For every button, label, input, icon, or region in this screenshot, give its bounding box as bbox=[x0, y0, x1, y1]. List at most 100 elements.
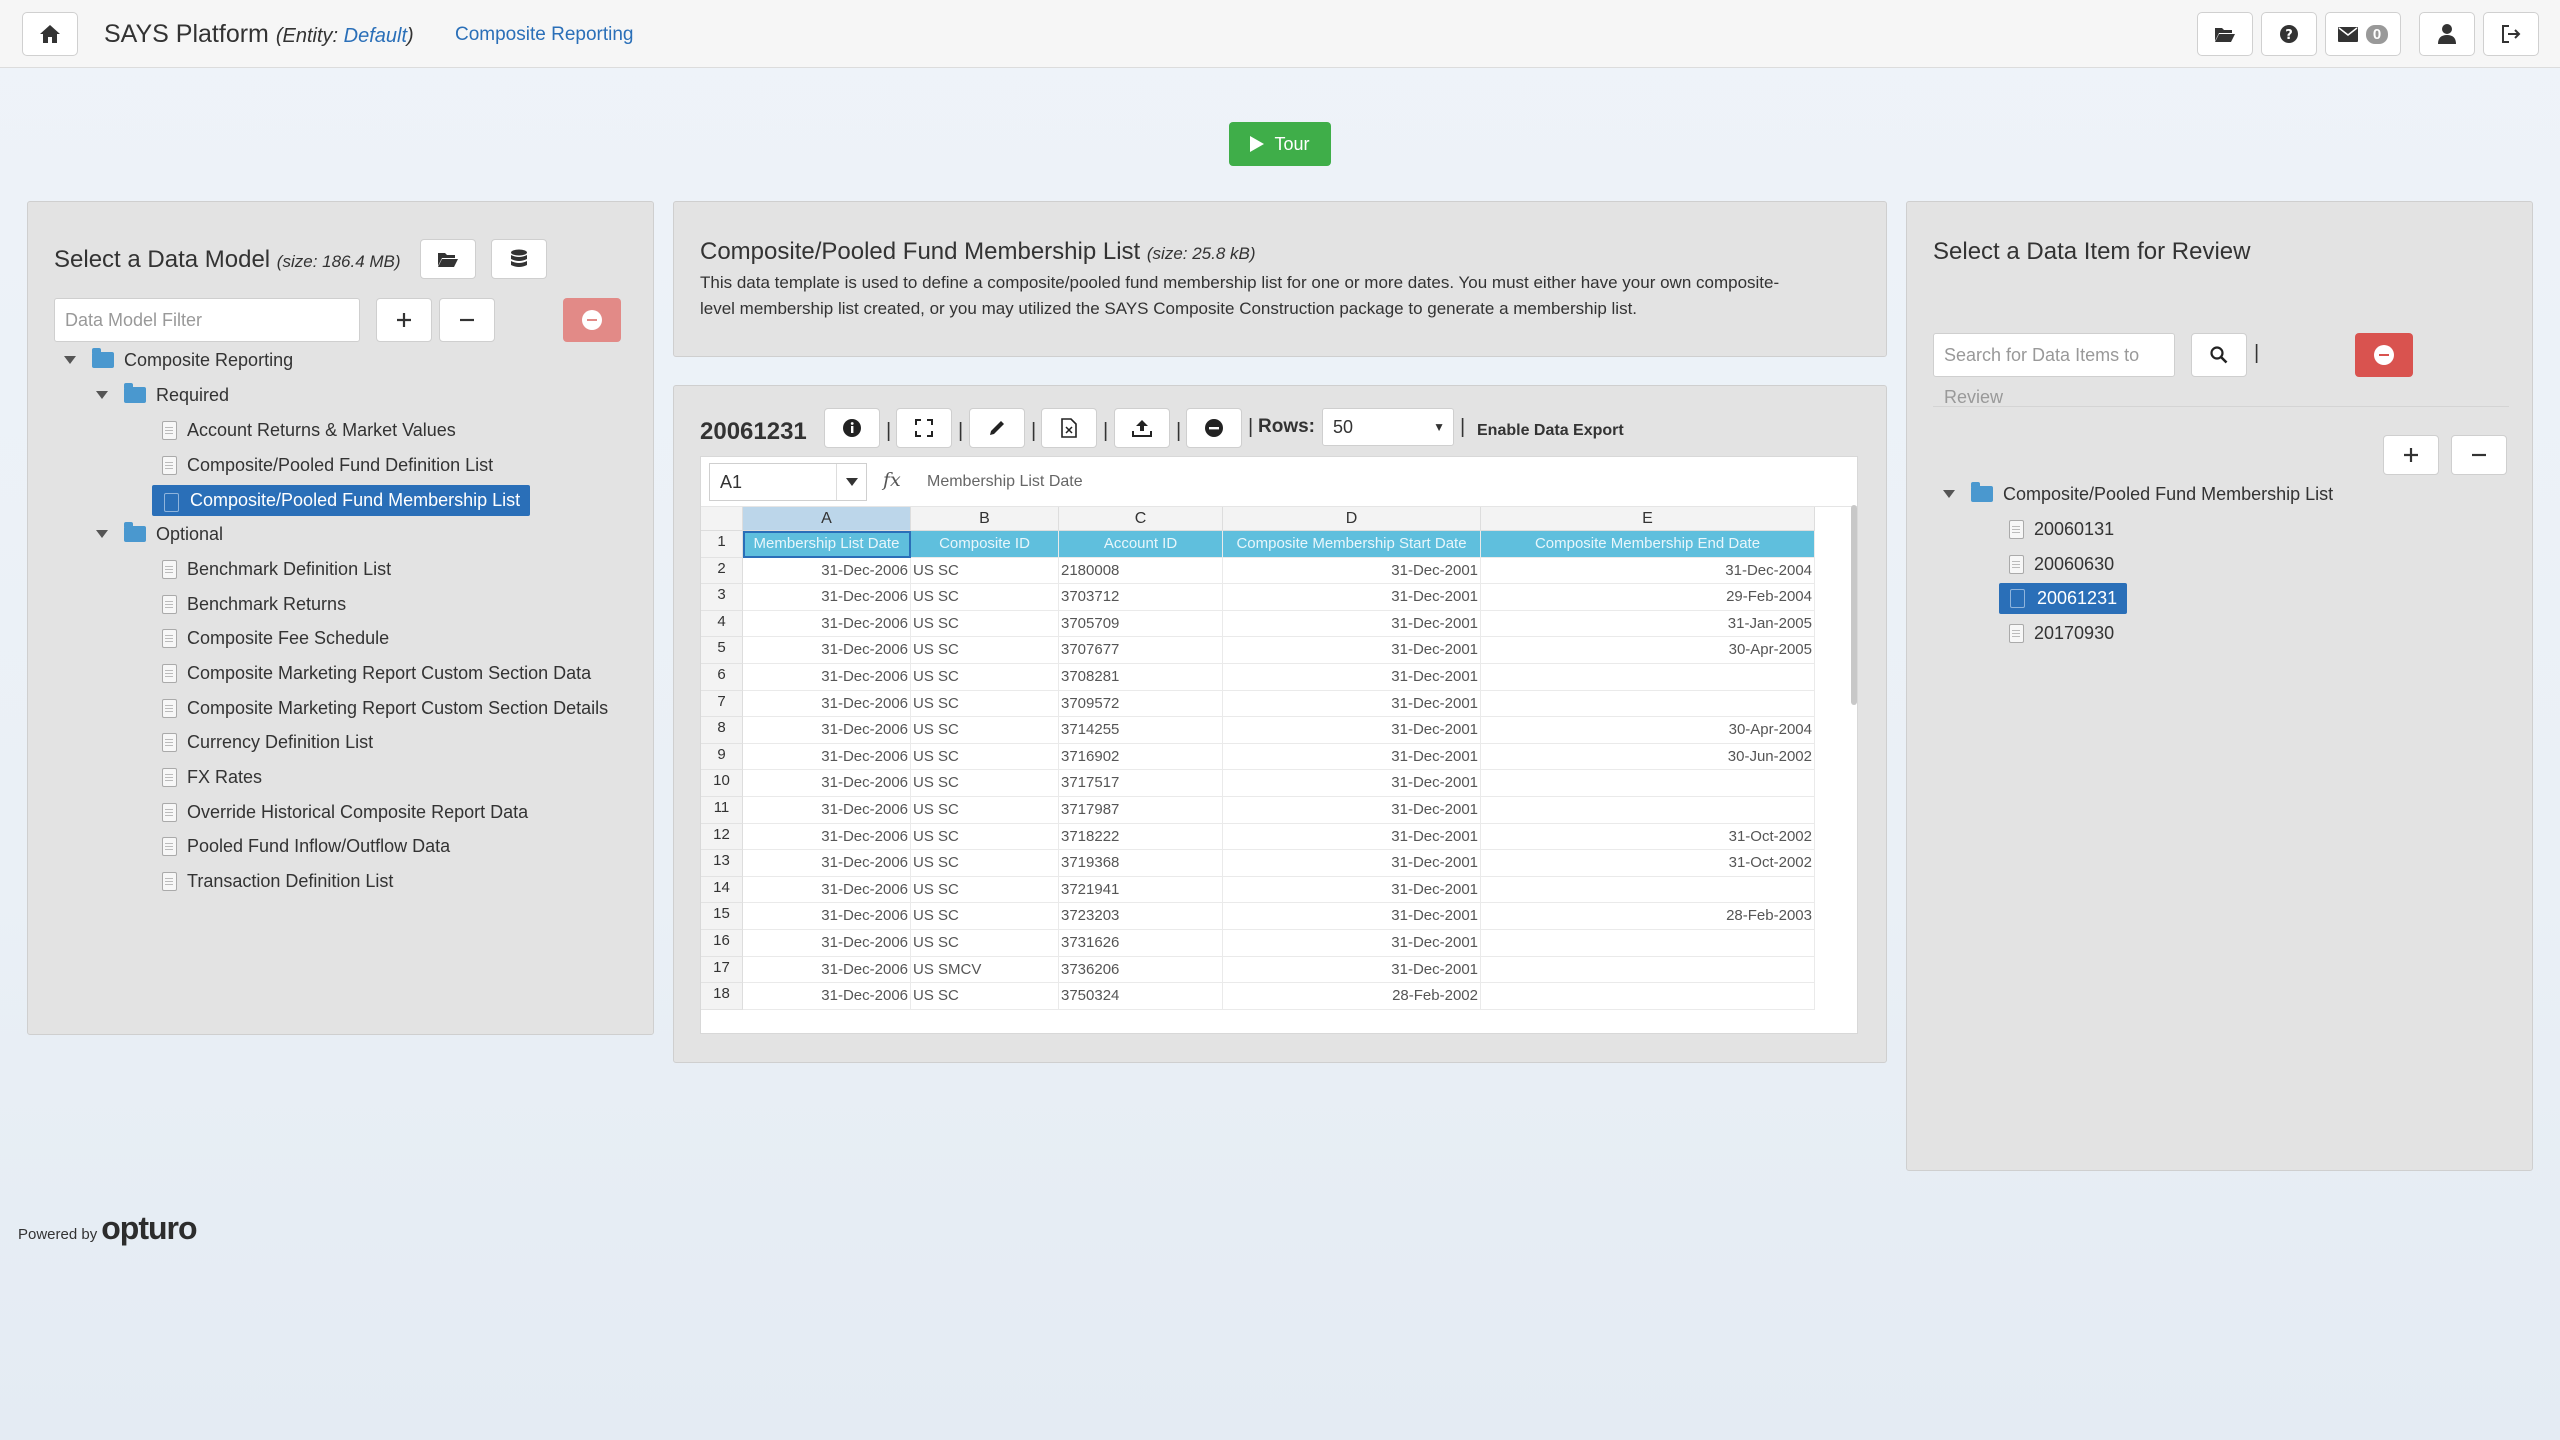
tree-item-fund-membership-list[interactable]: Composite/Pooled Fund Membership List bbox=[152, 484, 531, 516]
column-header[interactable]: E bbox=[1481, 507, 1815, 531]
grid-corner[interactable] bbox=[701, 507, 743, 531]
row-header[interactable]: 12 bbox=[701, 823, 743, 851]
tree-item-optional[interactable]: Benchmark Definition List bbox=[162, 553, 391, 585]
tree-item-optional[interactable]: Composite Fee Schedule bbox=[162, 622, 389, 654]
table-cell[interactable] bbox=[1481, 664, 1815, 691]
table-cell[interactable]: 3714255 bbox=[1059, 717, 1223, 744]
export-file-button[interactable] bbox=[1041, 408, 1097, 448]
tree-item-optional[interactable]: Transaction Definition List bbox=[162, 865, 393, 897]
table-cell[interactable]: 28-Feb-2003 bbox=[1481, 903, 1815, 930]
table-cell[interactable]: 31-Dec-2006 bbox=[743, 956, 911, 984]
column-header[interactable]: C bbox=[1059, 507, 1223, 531]
tree-item-optional[interactable]: FX Rates bbox=[162, 761, 262, 793]
table-cell[interactable]: 31-Dec-2006 bbox=[743, 850, 911, 877]
spreadsheet-grid[interactable]: A1 fx Membership List Date ABCDE12345678… bbox=[700, 456, 1858, 1034]
expand-all-button[interactable] bbox=[376, 298, 432, 342]
table-cell[interactable]: 3736206 bbox=[1059, 956, 1223, 984]
table-cell[interactable]: 31-Dec-2001 bbox=[1223, 956, 1481, 984]
row-header[interactable]: 14 bbox=[701, 876, 743, 904]
row-header[interactable]: 11 bbox=[701, 797, 743, 824]
table-cell[interactable]: 31-Dec-2006 bbox=[743, 557, 911, 585]
table-cell[interactable]: 31-Dec-2006 bbox=[743, 610, 911, 638]
table-cell[interactable]: 30-Apr-2004 bbox=[1481, 717, 1815, 744]
table-cell[interactable]: 31-Dec-2006 bbox=[743, 983, 911, 1010]
row-header[interactable]: 15 bbox=[701, 903, 743, 930]
database-button[interactable] bbox=[491, 239, 547, 279]
table-cell[interactable]: US SC bbox=[911, 664, 1059, 691]
table-cell[interactable]: 3717987 bbox=[1059, 797, 1223, 824]
header-cell[interactable]: Composite Membership Start Date bbox=[1223, 531, 1481, 558]
table-cell[interactable] bbox=[1481, 983, 1815, 1010]
table-cell[interactable]: 3719368 bbox=[1059, 850, 1223, 877]
help-button[interactable]: ? bbox=[2261, 12, 2317, 56]
table-cell[interactable]: 31-Dec-2001 bbox=[1223, 664, 1481, 691]
row-header[interactable]: 5 bbox=[701, 637, 743, 664]
table-cell[interactable] bbox=[1481, 930, 1815, 957]
table-cell[interactable]: 31-Dec-2001 bbox=[1223, 584, 1481, 611]
table-cell[interactable]: 3718222 bbox=[1059, 823, 1223, 851]
row-header[interactable]: 13 bbox=[701, 850, 743, 877]
info-button[interactable] bbox=[824, 408, 880, 448]
table-cell[interactable]: US SC bbox=[911, 930, 1059, 957]
caret-down-icon[interactable] bbox=[96, 391, 108, 399]
cell-reference-box[interactable]: A1 bbox=[709, 463, 867, 501]
table-cell[interactable]: US SC bbox=[911, 850, 1059, 877]
fullscreen-button[interactable] bbox=[896, 408, 952, 448]
tree-item-account-returns[interactable]: Account Returns & Market Values bbox=[162, 414, 456, 446]
table-cell[interactable]: 31-Jan-2005 bbox=[1481, 610, 1815, 638]
tree-item-optional[interactable]: Composite Marketing Report Custom Sectio… bbox=[162, 692, 608, 724]
table-cell[interactable]: 31-Dec-2006 bbox=[743, 690, 911, 718]
table-cell[interactable]: US SC bbox=[911, 743, 1059, 771]
table-cell[interactable]: 3709572 bbox=[1059, 690, 1223, 718]
row-header[interactable]: 4 bbox=[701, 610, 743, 638]
tree-item-optional[interactable]: Pooled Fund Inflow/Outflow Data bbox=[162, 830, 450, 862]
table-cell[interactable]: 31-Dec-2001 bbox=[1223, 690, 1481, 718]
table-cell[interactable]: 31-Dec-2001 bbox=[1223, 557, 1481, 585]
table-cell[interactable]: 31-Dec-2006 bbox=[743, 876, 911, 904]
row-header[interactable]: 9 bbox=[701, 743, 743, 771]
table-cell[interactable]: 31-Dec-2004 bbox=[1481, 557, 1815, 585]
table-cell[interactable]: 3723203 bbox=[1059, 903, 1223, 930]
table-cell[interactable]: 31-Dec-2001 bbox=[1223, 797, 1481, 824]
clear-search-button[interactable] bbox=[2355, 333, 2413, 377]
row-header[interactable]: 3 bbox=[701, 584, 743, 611]
entity-link[interactable]: Default bbox=[344, 25, 407, 47]
breadcrumb-composite-reporting[interactable]: Composite Reporting bbox=[455, 24, 633, 46]
row-header[interactable]: 7 bbox=[701, 690, 743, 718]
remove-button[interactable] bbox=[1186, 408, 1242, 448]
row-header[interactable]: 1 bbox=[701, 531, 743, 558]
table-cell[interactable]: 31-Dec-2006 bbox=[743, 637, 911, 664]
table-cell[interactable]: 31-Dec-2006 bbox=[743, 823, 911, 851]
table-cell[interactable]: 3716902 bbox=[1059, 743, 1223, 771]
tree-node-optional[interactable]: Optional bbox=[96, 518, 223, 550]
table-cell[interactable]: 3750324 bbox=[1059, 983, 1223, 1010]
table-cell[interactable]: US SC bbox=[911, 797, 1059, 824]
data-item-search-input[interactable]: Search for Data Items to Review bbox=[1933, 333, 2175, 407]
table-cell[interactable]: 31-Dec-2001 bbox=[1223, 930, 1481, 957]
table-cell[interactable]: US SC bbox=[911, 876, 1059, 904]
user-button[interactable] bbox=[2419, 12, 2475, 56]
row-header[interactable]: 18 bbox=[701, 983, 743, 1010]
table-cell[interactable] bbox=[1481, 770, 1815, 797]
table-cell[interactable]: 3708281 bbox=[1059, 664, 1223, 691]
table-cell[interactable]: 31-Dec-2001 bbox=[1223, 770, 1481, 797]
rows-select[interactable]: 50 ▼ bbox=[1322, 408, 1454, 446]
table-cell[interactable] bbox=[1481, 876, 1815, 904]
tour-button[interactable]: Tour bbox=[1229, 122, 1331, 166]
caret-down-icon[interactable] bbox=[836, 464, 866, 500]
table-cell[interactable]: 3717517 bbox=[1059, 770, 1223, 797]
enable-data-export-link[interactable]: Enable Data Export bbox=[1477, 422, 1624, 440]
table-cell[interactable]: US SC bbox=[911, 983, 1059, 1010]
table-cell[interactable]: 3731626 bbox=[1059, 930, 1223, 957]
row-header[interactable]: 2 bbox=[701, 557, 743, 585]
data-item-20170930[interactable]: 20170930 bbox=[2009, 617, 2114, 649]
table-cell[interactable]: 31-Oct-2002 bbox=[1481, 823, 1815, 851]
home-button[interactable] bbox=[22, 12, 78, 56]
formula-input[interactable]: Membership List Date bbox=[927, 473, 1083, 491]
tree-item-fund-definition-list[interactable]: Composite/Pooled Fund Definition List bbox=[162, 449, 493, 481]
tree-item-optional[interactable]: Override Historical Composite Report Dat… bbox=[162, 796, 528, 828]
row-header[interactable]: 17 bbox=[701, 956, 743, 984]
table-cell[interactable]: US SC bbox=[911, 770, 1059, 797]
collapse-all-button[interactable] bbox=[439, 298, 495, 342]
logout-button[interactable] bbox=[2483, 12, 2539, 56]
